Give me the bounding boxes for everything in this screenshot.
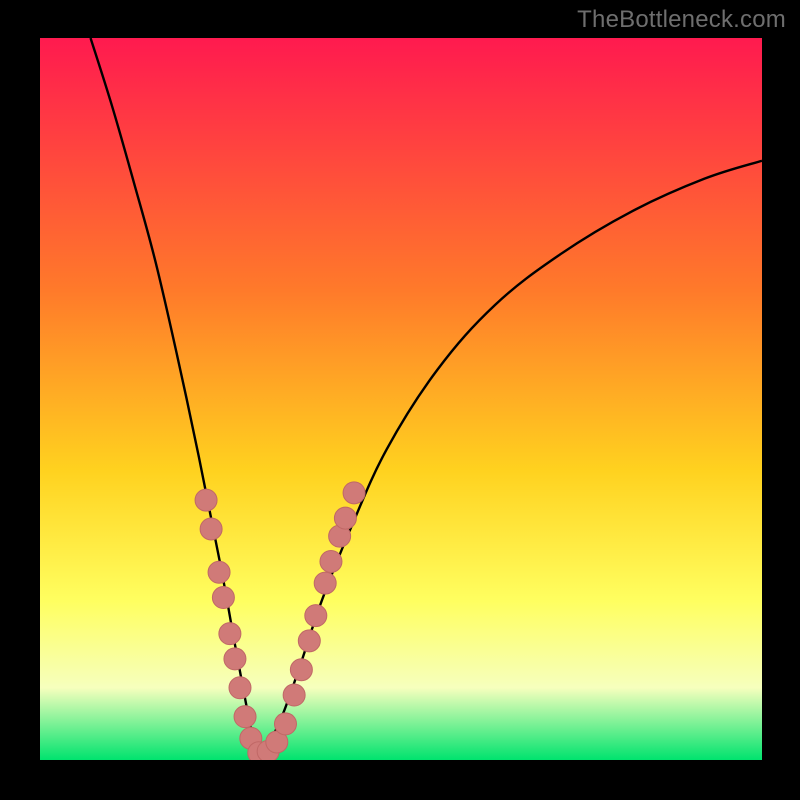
data-marker xyxy=(234,706,256,728)
data-marker xyxy=(314,572,336,594)
data-marker xyxy=(224,648,246,670)
data-marker xyxy=(305,605,327,627)
chart-frame: TheBottleneck.com xyxy=(0,0,800,800)
plot-area xyxy=(40,38,762,760)
data-marker xyxy=(343,482,365,504)
data-marker xyxy=(298,630,320,652)
data-marker xyxy=(200,518,222,540)
gradient-background xyxy=(40,38,762,760)
data-marker xyxy=(334,507,356,529)
data-marker xyxy=(290,659,312,681)
data-marker xyxy=(219,623,241,645)
data-marker xyxy=(208,561,230,583)
watermark-text: TheBottleneck.com xyxy=(577,6,786,34)
data-marker xyxy=(274,713,296,735)
data-marker xyxy=(283,684,305,706)
bottleneck-chart xyxy=(40,38,762,760)
data-marker xyxy=(195,489,217,511)
data-marker xyxy=(212,587,234,609)
data-marker xyxy=(320,550,342,572)
data-marker xyxy=(229,677,251,699)
